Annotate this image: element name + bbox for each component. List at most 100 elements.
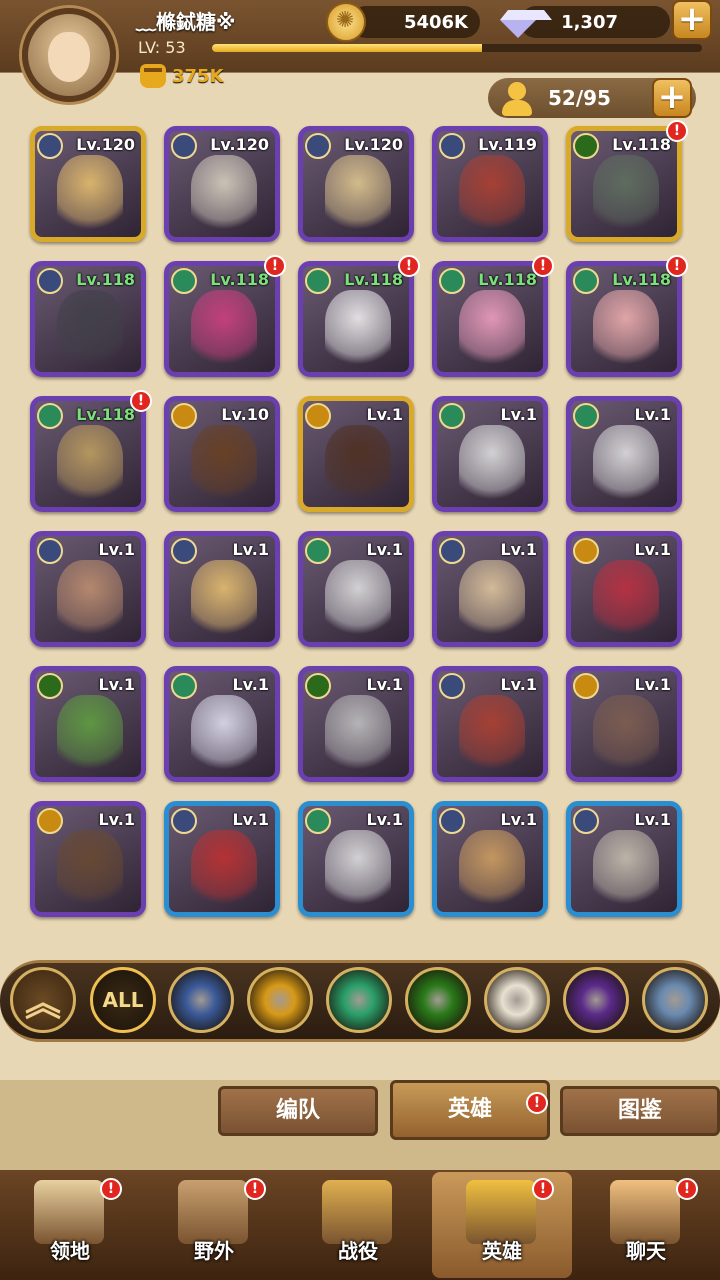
tab-collection[interactable]: 图鉴 [560,1086,720,1136]
hero-card[interactable]: Lv.1 [298,531,414,647]
filter-all-label: ALL [102,988,144,1012]
hero-card[interactable]: Lv.1 [298,396,414,512]
hero-card[interactable]: Lv.120 [164,126,280,242]
hero-portrait [191,830,257,910]
player-avatar[interactable] [22,8,116,102]
hero-alert-icon: ! [666,120,688,142]
hero-level: Lv.1 [366,810,403,829]
tab-formation[interactable]: 编队 [218,1086,378,1136]
nav-sword-shield[interactable]: 战役 [288,1172,428,1278]
graveborn-icon[interactable] [405,967,471,1033]
hero-portrait [57,425,123,505]
wilder-icon [171,673,197,699]
hero-card[interactable]: Lv.1 [298,666,414,782]
hero-alert-icon: ! [264,255,286,277]
hero-portrait [593,290,659,370]
hero-card[interactable]: Lv.1 [30,531,146,647]
hero-level: Lv.118 [210,270,269,289]
hero-card[interactable]: Lv.1 [298,801,414,917]
mauler-icon[interactable] [247,967,313,1033]
hero-portrait [325,695,391,775]
hero-level: Lv.1 [500,675,537,694]
nav-scroll-map[interactable]: 野外! [144,1172,284,1278]
hero-card[interactable]: Lv.118 [298,261,414,377]
hero-card[interactable]: Lv.10 [164,396,280,512]
mauler-icon [573,538,599,564]
hero-level: Lv.1 [634,405,671,424]
mauler-icon [573,673,599,699]
hero-card[interactable]: Lv.1 [30,666,146,782]
nav-alert-icon: ! [676,1178,698,1200]
avatar-face [48,32,90,82]
filter-all-button[interactable]: ALL [90,967,156,1033]
hero-card[interactable]: Lv.1 [566,666,682,782]
hero-card[interactable]: Lv.1 [164,666,280,782]
hero-portrait [191,155,257,235]
player-name: ﹏樤鋱糖※ [136,10,236,34]
lightbearer-icon[interactable] [168,967,234,1033]
hero-card[interactable]: Lv.118 [164,261,280,377]
nav-label: 英雄 [482,1239,522,1263]
hero-portrait [459,155,525,235]
hero-card[interactable]: Lv.118 [566,261,682,377]
gold-coin-icon [326,2,366,42]
hero-card[interactable]: Lv.1 [566,531,682,647]
wilder-icon [439,403,465,429]
lightbearer-icon [439,538,465,564]
hero-level: Lv.1 [232,540,269,559]
diamond-icon [498,2,552,38]
graveborn-icon [37,673,63,699]
player-level: LV: 53 [138,38,186,57]
wilder-icon[interactable] [326,967,392,1033]
hero-card[interactable]: Lv.1 [164,531,280,647]
nav-castle[interactable]: 领地! [0,1172,140,1278]
expand-roster-button[interactable]: + [652,78,692,118]
hero-portrait [191,560,257,640]
hero-level: Lv.118 [612,135,671,154]
add-gems-button[interactable]: + [672,0,712,40]
mauler-icon [37,808,63,834]
hero-card[interactable]: Lv.1 [566,801,682,917]
hero-level: Lv.1 [366,675,403,694]
hero-card[interactable]: Lv.1 [432,531,548,647]
nav-helmet[interactable]: 英雄! [432,1172,572,1278]
hero-card[interactable]: Lv.120 [30,126,146,242]
fist-icon [140,64,166,88]
hero-level: Lv.120 [210,135,269,154]
lightbearer-icon [439,808,465,834]
celestial-icon[interactable] [484,967,550,1033]
hero-card[interactable]: Lv.118 [432,261,548,377]
hero-level: Lv.118 [612,270,671,289]
hero-alert-icon: ! [398,255,420,277]
dimensional-icon[interactable] [642,967,708,1033]
hero-portrait [459,830,525,910]
hero-card[interactable]: Lv.1 [432,666,548,782]
gem-value: 1,307 [561,11,618,33]
collapse-filter-button[interactable] [10,967,76,1033]
nav-chat-bubble[interactable]: 聊天! [576,1172,716,1278]
lightbearer-icon [37,538,63,564]
nav-alert-icon: ! [100,1178,122,1200]
hero-card[interactable]: Lv.1 [164,801,280,917]
hero-level: Lv.1 [366,540,403,559]
hero-level: Lv.1 [366,405,403,424]
wilder-icon [305,808,331,834]
hypogean-icon[interactable] [563,967,629,1033]
hero-card[interactable]: Lv.1 [566,396,682,512]
hero-card[interactable]: Lv.118 [566,126,682,242]
hero-card[interactable]: Lv.118 [30,396,146,512]
hero-card[interactable]: Lv.1 [432,396,548,512]
hero-card[interactable]: Lv.119 [432,126,548,242]
wilder-icon [573,403,599,429]
hero-card[interactable]: Lv.1 [432,801,548,917]
hero-portrait [593,695,659,775]
hero-card[interactable]: Lv.120 [298,126,414,242]
hero-level: Lv.1 [232,675,269,694]
gold-counter: 5406K [350,6,480,38]
wilder-icon [37,403,63,429]
hero-card[interactable]: Lv.1 [30,801,146,917]
tab-heroes[interactable]: 英雄 [390,1080,550,1140]
hero-card[interactable]: Lv.118 [30,261,146,377]
hero-portrait [57,830,123,910]
mauler-icon [305,403,331,429]
